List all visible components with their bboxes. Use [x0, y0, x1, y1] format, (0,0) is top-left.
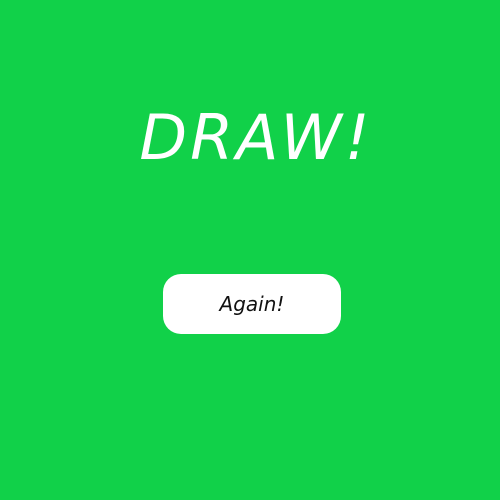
result-title: DRAW!	[139, 101, 373, 174]
game-result-screen: DRAW! Again!	[0, 0, 500, 500]
again-button[interactable]: Again!	[163, 274, 341, 334]
